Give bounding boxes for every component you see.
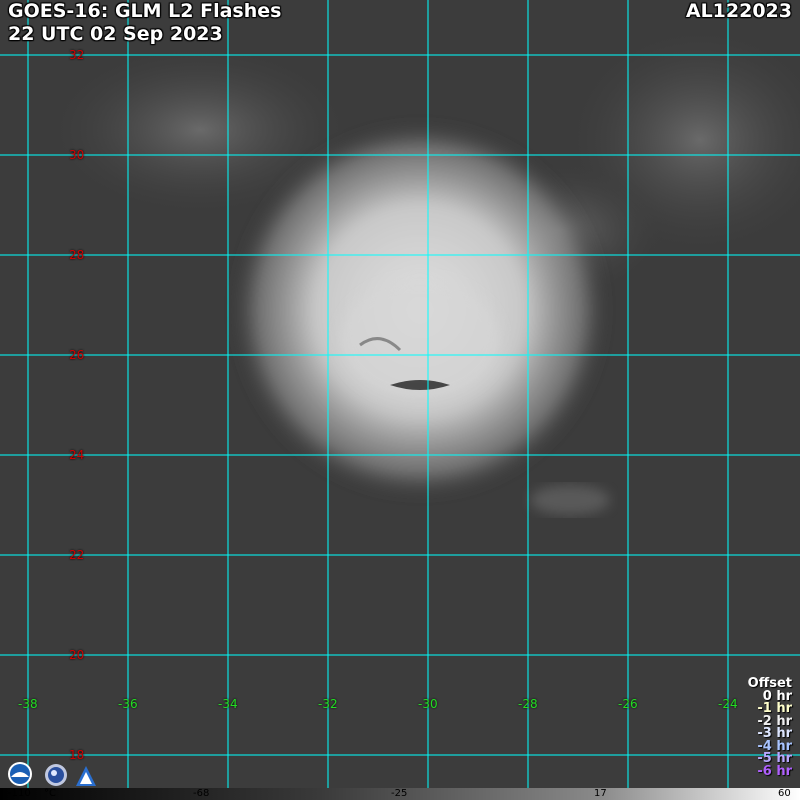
longitude-label: -38 [18,697,38,711]
longitude-label: -28 [518,697,538,711]
title-line1: GOES-16: GLM L2 Flashes [8,0,282,22]
colorbar-label: 17 [594,788,607,799]
longitude-label: -24 [718,697,738,711]
colorbar-label: -25 [391,788,408,799]
satellite-imagery [0,0,800,788]
nesdis-logo-icon [45,764,67,786]
longitude-label: -30 [418,697,438,711]
noaa-logo-icon [8,762,32,786]
storm-id: AL122023 [685,0,792,22]
satellite-map: GOES-16: GLM L2 Flashes 22 UTC 02 Sep 20… [0,0,800,800]
longitude-label: -36 [118,697,138,711]
latitude-label: 20 [69,648,85,662]
cira-logo-icon [76,766,96,786]
title-line2: 22 UTC 02 Sep 2023 [8,23,223,45]
latitude-label: 18 [69,748,85,762]
colorbar-label-max: 60 [778,788,791,799]
offset-legend-item: -6 hr [757,763,792,779]
colorbar-unit: °C [44,788,56,799]
logos [8,762,96,786]
longitude-label: -26 [618,697,638,711]
latitude-label: 30 [69,148,85,162]
temperature-colorbar: -110 °C -68 -25 17 60 [0,788,800,800]
longitude-label: -32 [318,697,338,711]
offset-legend: Offset 0 hr -1 hr -2 hr -3 hr -4 hr -5 hr -6 h… [748,677,792,779]
latitude-label: 26 [69,348,85,362]
colorbar-label-min: -110 [8,788,31,799]
latitude-label: 28 [69,248,85,262]
longitude-label: -34 [218,697,238,711]
latitude-label: 22 [69,548,85,562]
latitude-label: 24 [69,448,85,462]
latitude-label: 32 [69,48,85,62]
colorbar-label: -68 [193,788,210,799]
